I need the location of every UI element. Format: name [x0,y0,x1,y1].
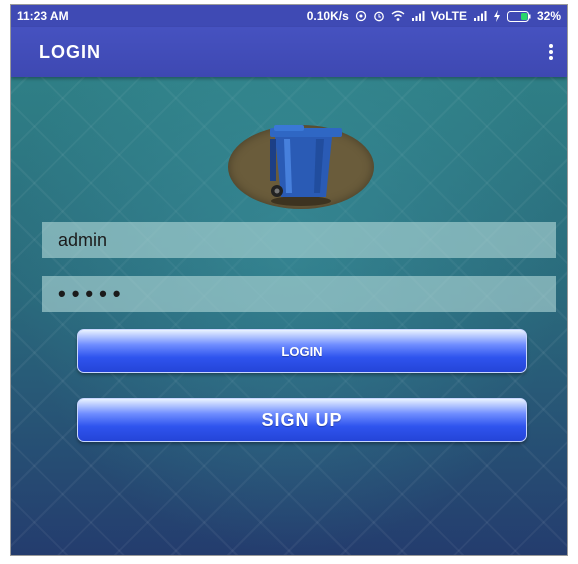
data-saver-icon [355,10,366,22]
signup-button-label: SIGN UP [261,409,343,430]
status-time: 11:23 AM [17,9,69,23]
alarm-icon [373,11,384,22]
username-value: admin [58,229,108,250]
login-button-label: LOGIN [281,343,323,359]
login-content: admin ••••• LOGIN SIGN UP [11,77,567,555]
page-title: LOGIN [39,41,101,62]
trash-bin-icon [270,125,342,206]
login-button[interactable]: LOGIN [77,329,527,373]
signup-button[interactable]: SIGN UP [77,398,527,442]
signal-icon [411,11,425,21]
username-field[interactable]: admin [42,222,556,258]
network-speed: 0.10K/s [306,9,349,23]
battery-icon [506,10,531,22]
app-logo [228,125,374,209]
wifi-icon [391,10,405,21]
password-value: ••••• [58,281,127,306]
password-field[interactable]: ••••• [42,276,556,312]
signal-icon-2 [473,11,487,21]
more-vertical-icon[interactable] [547,42,555,62]
app-bar: LOGIN [11,27,567,77]
battery-level: 32% [536,9,561,23]
carrier-label: VoLTE [430,9,467,23]
phone-screen: 11:23 AM 0.10K/s VoLTE 32% LOGIN admin •… [10,4,568,556]
status-bar: 11:23 AM 0.10K/s VoLTE 32% [11,5,567,27]
status-icons: 0.10K/s VoLTE 32% [307,9,561,23]
charging-icon [493,10,500,22]
